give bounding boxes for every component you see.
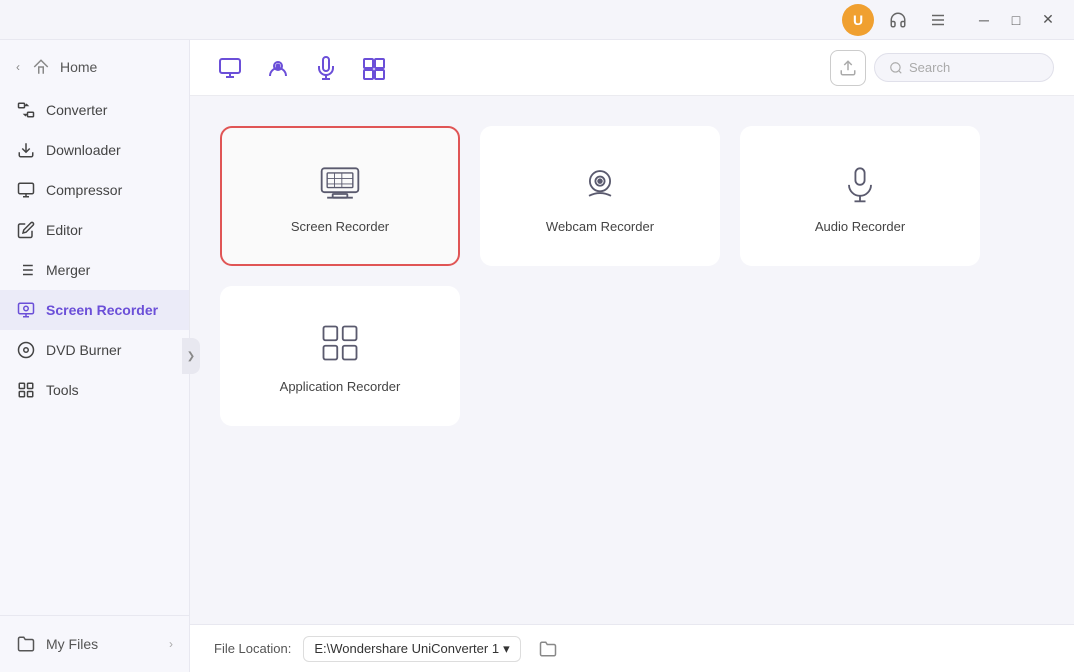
tools-icon <box>16 380 36 400</box>
top-toolbar <box>190 40 1074 96</box>
close-button[interactable]: ✕ <box>1034 6 1062 34</box>
cards-row-2: Application Recorder <box>220 286 1044 426</box>
titlebar: U ─ □ ✕ <box>0 0 1074 40</box>
card-application-recorder-label: Application Recorder <box>280 379 401 394</box>
dvd-burner-icon <box>16 340 36 360</box>
sidebar-item-label: Downloader <box>46 142 121 158</box>
merger-icon <box>16 260 36 280</box>
search-input[interactable] <box>909 60 1039 75</box>
card-application-recorder[interactable]: Application Recorder <box>220 286 460 426</box>
card-screen-recorder[interactable]: Screen Recorder <box>220 126 460 266</box>
screen-recorder-icon <box>16 300 36 320</box>
my-files-icon <box>16 634 36 654</box>
sidebar-item-converter[interactable]: Converter <box>0 90 189 130</box>
sidebar-home-icon <box>32 58 50 76</box>
support-button[interactable] <box>882 4 914 36</box>
maximize-button[interactable]: □ <box>1002 6 1030 34</box>
sidebar-item-label: Compressor <box>46 182 122 198</box>
minimize-button[interactable]: ─ <box>970 6 998 34</box>
converter-icon <box>16 100 36 120</box>
sidebar-item-my-files[interactable]: My Files › <box>0 624 189 664</box>
sidebar-bottom: My Files › <box>0 615 189 672</box>
main-content: Screen Recorder Webcam Recorder <box>190 40 1074 672</box>
downloader-icon <box>16 140 36 160</box>
sidebar-item-downloader[interactable]: Downloader <box>0 130 189 170</box>
sidebar-item-label: Merger <box>46 262 90 278</box>
sidebar-item-compressor[interactable]: Compressor <box>0 170 189 210</box>
sidebar-item-label: Screen Recorder <box>46 302 158 318</box>
open-folder-button[interactable] <box>533 634 563 664</box>
card-webcam-recorder-label: Webcam Recorder <box>546 219 654 234</box>
application-recorder-card-icon <box>316 319 364 367</box>
cards-row-1: Screen Recorder Webcam Recorder <box>220 126 1044 266</box>
file-location-label: File Location: <box>214 641 291 656</box>
card-webcam-recorder[interactable]: Webcam Recorder <box>480 126 720 266</box>
sidebar-item-label: DVD Burner <box>46 342 121 358</box>
card-screen-recorder-label: Screen Recorder <box>291 219 389 234</box>
sidebar-item-screen-recorder[interactable]: Screen Recorder <box>0 290 189 330</box>
sidebar-item-merger[interactable]: Merger <box>0 250 189 290</box>
search-icon <box>889 61 903 75</box>
upload-button[interactable] <box>830 50 866 86</box>
compressor-icon <box>16 180 36 200</box>
bottom-bar: File Location: E:\Wondershare UniConvert… <box>190 624 1074 672</box>
sidebar-item-editor[interactable]: Editor <box>0 210 189 250</box>
chevron-left-icon: ‹ <box>16 60 20 74</box>
sidebar-item-label: Converter <box>46 102 107 118</box>
sidebar-collapse-button[interactable]: ❯ <box>182 338 200 374</box>
user-avatar[interactable]: U <box>842 4 874 36</box>
card-audio-recorder[interactable]: Audio Recorder <box>740 126 980 266</box>
my-files-arrow: › <box>169 637 173 651</box>
screen-recorder-card-icon <box>316 159 364 207</box>
sidebar-home-label: Home <box>60 59 97 75</box>
menu-button[interactable] <box>922 4 954 36</box>
sidebar: ‹ Home Converter <box>0 40 190 672</box>
card-audio-recorder-label: Audio Recorder <box>815 219 905 234</box>
sidebar-item-label: Editor <box>46 222 83 238</box>
sidebar-item-dvd-burner[interactable]: DVD Burner <box>0 330 189 370</box>
webcam-recorder-card-icon <box>576 159 624 207</box>
app-body: ‹ Home Converter <box>0 40 1074 672</box>
webcam-tab-button[interactable] <box>258 48 298 88</box>
sidebar-item-label: My Files <box>46 636 98 652</box>
search-box <box>874 53 1054 82</box>
sidebar-home[interactable]: ‹ Home <box>0 48 189 86</box>
file-location-value: E:\Wondershare UniConverter 1 <box>314 641 499 656</box>
window-controls: ─ □ ✕ <box>970 6 1062 34</box>
apps-tab-button[interactable] <box>354 48 394 88</box>
screen-tab-button[interactable] <box>210 48 250 88</box>
sidebar-item-label: Tools <box>46 382 79 398</box>
sidebar-item-tools[interactable]: Tools <box>0 370 189 410</box>
cards-area: Screen Recorder Webcam Recorder <box>190 96 1074 624</box>
file-location-select[interactable]: E:\Wondershare UniConverter 1 ▾ <box>303 636 520 662</box>
dropdown-arrow-icon: ▾ <box>503 641 510 657</box>
audio-tab-button[interactable] <box>306 48 346 88</box>
editor-icon <box>16 220 36 240</box>
audio-recorder-card-icon <box>836 159 884 207</box>
